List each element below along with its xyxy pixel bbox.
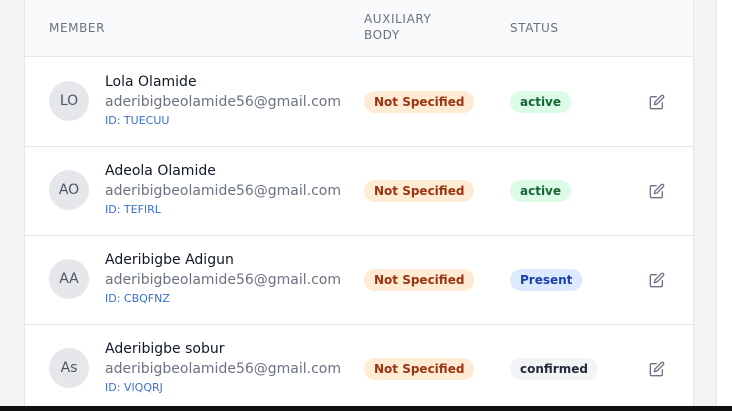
scrollbar-track[interactable]: [716, 0, 732, 406]
status-badge: confirmed: [510, 358, 598, 380]
status-badge: active: [510, 91, 572, 113]
member-id: ID: TUECUU: [105, 114, 170, 127]
status-badge: active: [510, 180, 572, 202]
member-name: Aderibigbe sobur: [105, 341, 225, 357]
members-table: MEMBER AUXILIARY BODY STATUS LO Lola Ola…: [24, 0, 694, 406]
edit-icon: [649, 183, 665, 199]
avatar: AA: [49, 259, 89, 299]
edit-icon: [649, 361, 665, 377]
column-header-status: STATUS: [510, 21, 559, 35]
auxiliary-body-badge: Not Specified: [364, 91, 475, 113]
auxiliary-body-badge: Not Specified: [364, 358, 475, 380]
member-name: Aderibigbe Adigun: [105, 252, 234, 268]
edit-icon: [649, 272, 665, 288]
member-name: Adeola Olamide: [105, 163, 216, 179]
table-row: AO Adeola Olamide aderibigbeolamide56@gm…: [25, 146, 693, 236]
table-header: MEMBER AUXILIARY BODY STATUS: [25, 0, 693, 57]
avatar: As: [49, 348, 89, 388]
bottom-edge: [0, 406, 732, 411]
table-row: As Aderibigbe sobur aderibigbeolamide56@…: [25, 324, 693, 406]
avatar: LO: [49, 81, 89, 121]
edit-button[interactable]: [647, 270, 667, 290]
member-id: ID: CBQFNZ: [105, 292, 170, 305]
member-email: aderibigbeolamide56@gmail.com: [105, 361, 341, 377]
column-header-auxiliary-body: AUXILIARY BODY: [364, 12, 432, 42]
member-email: aderibigbeolamide56@gmail.com: [105, 94, 341, 110]
edit-button[interactable]: [647, 181, 667, 201]
member-id: ID: TEFIRL: [105, 203, 161, 216]
edit-button[interactable]: [647, 92, 667, 112]
member-email: aderibigbeolamide56@gmail.com: [105, 183, 341, 199]
member-id: ID: VIQQRJ: [105, 381, 163, 394]
auxiliary-body-badge: Not Specified: [364, 269, 475, 291]
edit-button[interactable]: [647, 359, 667, 379]
table-row: AA Aderibigbe Adigun aderibigbeolamide56…: [25, 235, 693, 325]
column-header-member: MEMBER: [49, 21, 106, 35]
table-row: LO Lola Olamide aderibigbeolamide56@gmai…: [25, 57, 693, 147]
member-name: Lola Olamide: [105, 74, 197, 90]
avatar: AO: [49, 170, 89, 210]
edit-icon: [649, 94, 665, 110]
status-badge: Present: [510, 269, 583, 291]
auxiliary-body-badge: Not Specified: [364, 180, 475, 202]
member-email: aderibigbeolamide56@gmail.com: [105, 272, 341, 288]
